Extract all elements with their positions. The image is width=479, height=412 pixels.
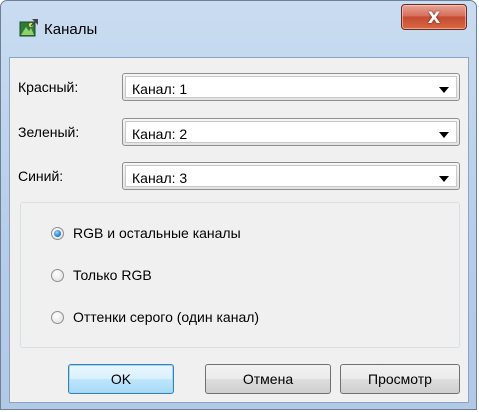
blue-channel-label: Синий: xyxy=(18,168,64,184)
app-channels-icon xyxy=(19,18,39,38)
radio-label[interactable]: Только RGB xyxy=(73,267,152,283)
blue-channel-value: Канал: 3 xyxy=(132,170,188,186)
blue-channel-select[interactable]: Канал: 3 xyxy=(122,162,460,190)
red-channel-select[interactable]: Канал: 1 xyxy=(122,73,460,101)
red-channel-label: Красный: xyxy=(18,79,79,95)
cancel-button[interactable]: Отмена xyxy=(205,364,331,394)
red-channel-select-field: Канал: 1 xyxy=(125,76,457,98)
radio-button[interactable] xyxy=(51,227,64,240)
window-title: Каналы xyxy=(44,21,98,38)
green-channel-value: Канал: 2 xyxy=(132,126,188,142)
chevron-down-icon[interactable] xyxy=(439,87,449,93)
red-channel-value: Канал: 1 xyxy=(132,81,188,97)
radio-label[interactable]: RGB и остальные каналы xyxy=(73,225,241,241)
dialog-window: Каналы X Красный: Канал: 1 Зеленый: Кана… xyxy=(0,0,477,410)
channel-row-red: Красный: Канал: 1 xyxy=(10,73,468,103)
green-channel-select-field: Канал: 2 xyxy=(125,121,457,143)
preview-button[interactable]: Просмотр xyxy=(340,364,460,394)
blue-channel-select-field: Канал: 3 xyxy=(125,165,457,187)
chevron-down-icon[interactable] xyxy=(439,132,449,138)
chevron-down-icon[interactable] xyxy=(439,176,449,182)
close-icon: X xyxy=(427,7,441,27)
radio-label[interactable]: Оттенки серого (один канал) xyxy=(73,309,259,325)
ok-button[interactable]: OK xyxy=(68,364,174,394)
channel-row-green: Зеленый: Канал: 2 xyxy=(10,118,468,148)
radio-button[interactable] xyxy=(51,269,64,282)
close-button[interactable]: X xyxy=(401,4,467,30)
mode-radio-group: RGB и остальные каналы Только RGB Оттенк… xyxy=(20,202,460,348)
green-channel-label: Зеленый: xyxy=(18,124,80,140)
title-bar[interactable]: Каналы X xyxy=(1,1,476,49)
channel-row-blue: Синий: Канал: 3 xyxy=(10,162,468,192)
green-channel-select[interactable]: Канал: 2 xyxy=(122,118,460,146)
radio-button[interactable] xyxy=(51,311,64,324)
dialog-client-area: Красный: Канал: 1 Зеленый: Канал: 2 Сини… xyxy=(9,57,469,403)
